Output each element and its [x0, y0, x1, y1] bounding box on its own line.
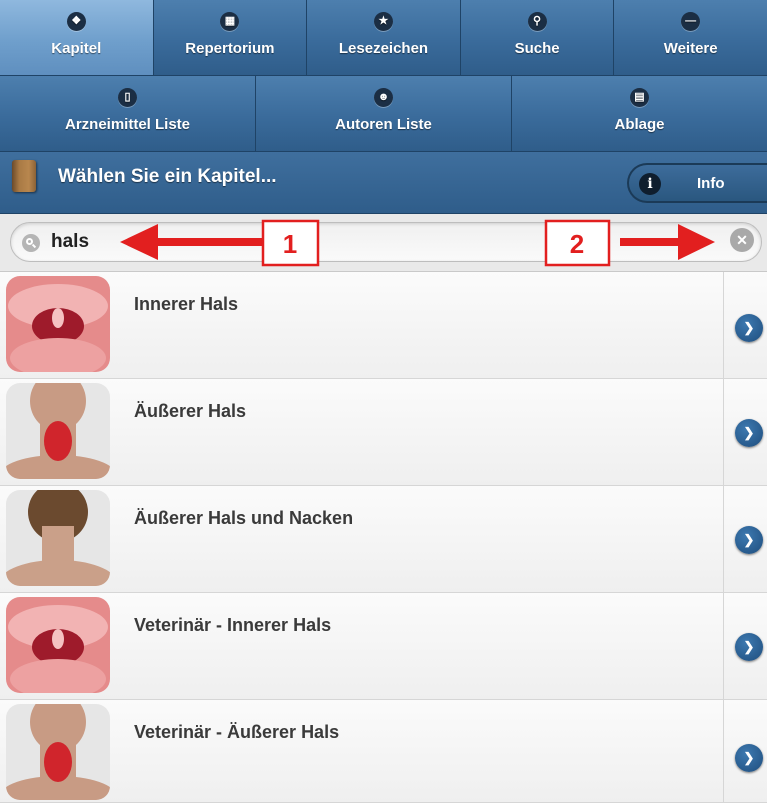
list-item-title: Äußerer Hals und Nacken [134, 508, 354, 528]
annotation-arrow-right [620, 224, 715, 260]
neck-back-thumbnail [6, 490, 110, 586]
tab-label: Repertorium [185, 40, 275, 57]
chevron-right-icon[interactable]: ❯ [735, 633, 763, 661]
document-icon: ▤ [630, 88, 649, 107]
tab-weitere[interactable]: — Weitere [614, 0, 767, 76]
grid-icon: ▦ [220, 12, 240, 31]
chevron-right-icon[interactable]: ❯ [735, 526, 763, 554]
nav-row-secondary: ▯ Arzneimittel Liste ☻ Autoren Liste ▤ A… [0, 76, 767, 152]
chevron-right-icon[interactable]: ❯ [735, 314, 763, 342]
annotation-overlay: 1 2 [120, 219, 715, 267]
annotation-label-1: 1 [283, 229, 297, 259]
book-icon [12, 160, 36, 192]
list-item-arrow-column: ❯ [723, 700, 767, 802]
list-item-arrow-column: ❯ [723, 272, 767, 378]
list-item-title: Veterinär - Innerer Hals [134, 615, 332, 635]
list-item[interactable]: Äußerer Hals ❯ [0, 379, 767, 486]
tab-label: Ablage [614, 116, 665, 133]
person-icon: ☻ [374, 88, 393, 107]
tab-kapitel[interactable]: ❖ Kapitel [0, 0, 154, 76]
list-item-title: Innerer Hals [134, 294, 239, 314]
list-item[interactable]: Innerer Hals ❯ [0, 272, 767, 379]
inner-throat-thumbnail [6, 597, 110, 693]
lungs-icon: ❖ [66, 12, 86, 31]
bottle-icon: ▯ [118, 88, 137, 107]
search-icon: ⚲ [527, 12, 547, 31]
list-item-title: Äußerer Hals [134, 401, 247, 421]
inner-throat-thumbnail [6, 276, 110, 372]
list-item[interactable]: Äußerer Hals und Nacken ❯ [0, 486, 767, 593]
star-icon: ★ [373, 12, 393, 31]
list-item[interactable]: Veterinär - Innerer Hals ❯ [0, 593, 767, 700]
annotation-box-2: 2 [544, 219, 611, 267]
list-item-arrow-column: ❯ [723, 379, 767, 485]
info-button[interactable]: i Info [627, 163, 767, 203]
tab-lesezeichen[interactable]: ★ Lesezeichen [307, 0, 461, 76]
tab-label: Suche [514, 40, 560, 57]
tab-label: Weitere [663, 40, 718, 57]
annotation-arrow-left [120, 224, 262, 260]
tab-label: Arzneimittel Liste [64, 116, 191, 133]
tab-suche[interactable]: ⚲ Suche [460, 0, 615, 76]
chevron-right-icon[interactable]: ❯ [735, 419, 763, 447]
tab-repertorium[interactable]: ▦ Repertorium [153, 0, 308, 76]
tab-label: Lesezeichen [338, 40, 429, 57]
annotation-label-2: 2 [570, 229, 584, 259]
outer-neck-thumbnail [6, 383, 110, 479]
tab-label: Autoren Liste [335, 116, 432, 133]
tab-arzneimittel-liste[interactable]: ▯ Arzneimittel Liste [0, 76, 256, 152]
tab-ablage[interactable]: ▤ Ablage [512, 76, 767, 152]
nav-row-primary: ❖ Kapitel ▦ Repertorium ★ Lesezeichen ⚲ … [0, 0, 767, 76]
annotation-box-1: 1 [261, 219, 320, 267]
info-icon: i [639, 173, 661, 195]
outer-neck-thumbnail [6, 704, 110, 800]
list-item-arrow-column: ❯ [723, 593, 767, 699]
tab-autoren-liste[interactable]: ☻ Autoren Liste [256, 76, 512, 152]
tab-label: Kapitel [51, 40, 102, 57]
minus-icon: — [681, 12, 701, 31]
list-item-arrow-column: ❯ [723, 486, 767, 592]
list-item[interactable]: Veterinär - Äußerer Hals ❯ [0, 700, 767, 803]
list-item-title: Veterinär - Äußerer Hals [134, 722, 340, 742]
info-button-label: Info [697, 175, 725, 192]
chevron-right-icon[interactable]: ❯ [735, 744, 763, 772]
page-title: Wählen Sie ein Kapitel... [58, 166, 277, 187]
